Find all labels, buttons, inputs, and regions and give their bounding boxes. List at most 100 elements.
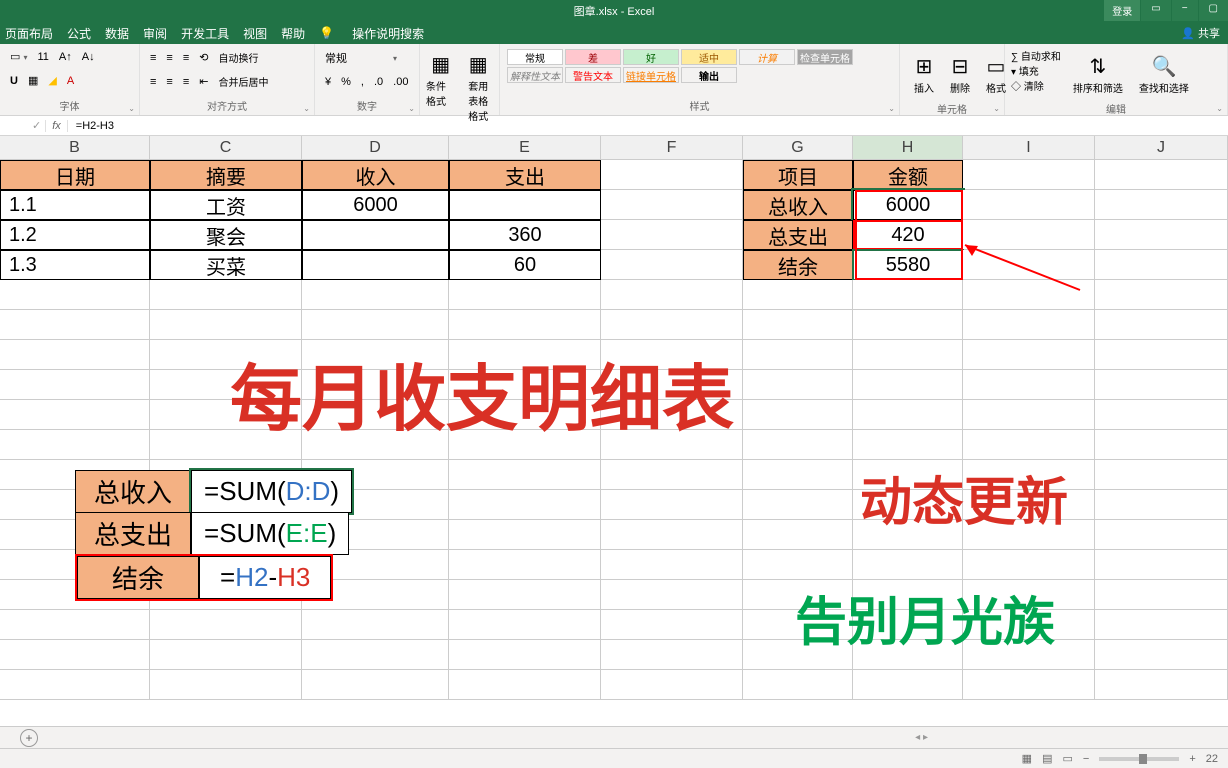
cell-b3[interactable]: 1.2	[0, 220, 150, 250]
style-calc[interactable]: 计算	[739, 49, 795, 65]
merge-center[interactable]: 合并后居中	[214, 72, 272, 91]
style-normal[interactable]: 常规	[507, 49, 563, 65]
cell-e1[interactable]: 支出	[449, 160, 601, 190]
cell-h1[interactable]: 金额	[853, 160, 963, 190]
border-icon[interactable]: ▦	[24, 72, 42, 89]
number-format[interactable]: 常规	[321, 48, 391, 68]
cell-e3[interactable]: 360	[449, 220, 601, 250]
style-neutral[interactable]: 适中	[681, 49, 737, 65]
cell-j1[interactable]	[1095, 160, 1228, 190]
cell-e4[interactable]: 60	[449, 250, 601, 280]
col-c[interactable]: C	[150, 136, 302, 159]
grid[interactable]: 日期 摘要 收入 支出 项目 金额 1.1 工资 6000 总收入 6000 1…	[0, 160, 1228, 700]
col-h[interactable]: H	[853, 136, 963, 159]
cell-g2[interactable]: 总收入	[743, 190, 853, 220]
cell-d2[interactable]: 6000	[302, 190, 449, 220]
login-button[interactable]: 登录	[1104, 0, 1140, 21]
cell-g1[interactable]: 项目	[743, 160, 853, 190]
style-warn[interactable]: 警告文本	[565, 67, 621, 83]
cell-d3[interactable]	[302, 220, 449, 250]
cell-h2[interactable]: 6000	[853, 190, 963, 220]
col-f[interactable]: F	[601, 136, 743, 159]
menu-view[interactable]: 视图	[243, 25, 267, 42]
table-format[interactable]: ▦套用 表格格式	[460, 46, 498, 127]
insert-cells[interactable]: ⊞插入	[906, 48, 942, 99]
menu-data[interactable]: 数据	[105, 25, 129, 42]
restore-button[interactable]: ▢	[1199, 0, 1228, 21]
cell-d1[interactable]: 收入	[302, 160, 449, 190]
formula-input[interactable]: =H2-H3	[68, 120, 1228, 132]
fill-color-icon[interactable]: ◢	[44, 72, 60, 89]
cell-c1[interactable]: 摘要	[150, 160, 302, 190]
cell-e2[interactable]	[449, 190, 601, 220]
zoom-value[interactable]: 22	[1206, 753, 1218, 765]
grow-font-icon[interactable]: A↑	[55, 49, 76, 65]
zoom-in[interactable]: +	[1189, 753, 1195, 765]
align-top-icon[interactable]: ≡	[146, 50, 160, 66]
percent-icon[interactable]: %	[337, 74, 355, 90]
align-left-icon[interactable]: ≡	[146, 74, 160, 90]
wrap-text[interactable]: 自动换行	[214, 48, 262, 67]
zoom-out[interactable]: −	[1083, 753, 1089, 765]
clear[interactable]: ◇ 清除	[1011, 78, 1061, 93]
tell-me[interactable]: 💡 操作说明搜索	[319, 25, 438, 42]
find-select[interactable]: 🔍查找和选择	[1135, 48, 1193, 99]
autosum[interactable]: ∑ 自动求和	[1011, 48, 1061, 63]
minimize-button[interactable]: −	[1172, 0, 1198, 21]
align-bot-icon[interactable]: ≡	[179, 50, 193, 66]
shrink-font-icon[interactable]: A↓	[78, 49, 99, 65]
col-i[interactable]: I	[963, 136, 1095, 159]
cell-h3[interactable]: 420	[853, 220, 963, 250]
inc-dec-icon[interactable]: .0	[370, 74, 387, 90]
col-e[interactable]: E	[449, 136, 601, 159]
fill[interactable]: ▾ 填充	[1011, 63, 1061, 78]
style-good[interactable]: 好	[623, 49, 679, 65]
menu-review[interactable]: 审阅	[143, 25, 167, 42]
col-d[interactable]: D	[302, 136, 449, 159]
tab-scroll[interactable]: ◂ ▸	[915, 732, 928, 743]
style-check[interactable]: 检查单元格	[797, 49, 853, 65]
dec-dec-icon[interactable]: .00	[389, 74, 412, 90]
cell-b2[interactable]: 1.1	[0, 190, 150, 220]
currency-icon[interactable]: ¥	[321, 74, 335, 90]
cell-b1[interactable]: 日期	[0, 160, 150, 190]
cell-c4[interactable]: 买菜	[150, 250, 302, 280]
sort-filter[interactable]: ⇅排序和筛选	[1069, 48, 1127, 99]
view-break-icon[interactable]: ▭	[1062, 752, 1072, 765]
add-sheet-button[interactable]: +	[20, 729, 38, 747]
cell-h4[interactable]: 5580	[853, 250, 963, 280]
cell-i1[interactable]	[963, 160, 1095, 190]
bold-icon[interactable]: U	[6, 73, 22, 89]
cond-format[interactable]: ▦条件格式	[422, 46, 460, 127]
orientation-icon[interactable]: ⟲	[195, 49, 212, 66]
zoom-slider[interactable]	[1099, 757, 1179, 761]
font-size[interactable]: 11	[33, 49, 52, 65]
style-output[interactable]: 输出	[681, 67, 737, 83]
col-b[interactable]: B	[0, 136, 150, 159]
view-normal-icon[interactable]: ▦	[1022, 752, 1032, 765]
style-bad[interactable]: 差	[565, 49, 621, 65]
col-j[interactable]: J	[1095, 136, 1228, 159]
cell-c2[interactable]: 工资	[150, 190, 302, 220]
ribbon-display-icon[interactable]: ▭	[1141, 0, 1170, 21]
align-right-icon[interactable]: ≡	[179, 74, 193, 90]
font-select[interactable]: ▭ ▾	[6, 48, 31, 65]
align-center-icon[interactable]: ≡	[162, 74, 176, 90]
font-color-icon[interactable]: A	[63, 73, 78, 89]
style-link[interactable]: 链接单元格	[623, 67, 679, 83]
col-g[interactable]: G	[743, 136, 853, 159]
menu-layout[interactable]: 页面布局	[5, 25, 53, 42]
cell-g4[interactable]: 结余	[743, 250, 853, 280]
cell-f1[interactable]	[601, 160, 743, 190]
cell-g3[interactable]: 总支出	[743, 220, 853, 250]
cell-c3[interactable]: 聚会	[150, 220, 302, 250]
indent-dec-icon[interactable]: ⇤	[195, 73, 212, 90]
delete-cells[interactable]: ⊟删除	[942, 48, 978, 99]
comma-icon[interactable]: ,	[357, 74, 368, 90]
menu-help[interactable]: 帮助	[281, 25, 305, 42]
style-explain[interactable]: 解释性文本	[507, 67, 563, 83]
view-layout-icon[interactable]: ▤	[1042, 752, 1052, 765]
share-button[interactable]: 👤 共享	[1181, 25, 1220, 41]
menu-dev[interactable]: 开发工具	[181, 25, 229, 42]
align-mid-icon[interactable]: ≡	[162, 50, 176, 66]
